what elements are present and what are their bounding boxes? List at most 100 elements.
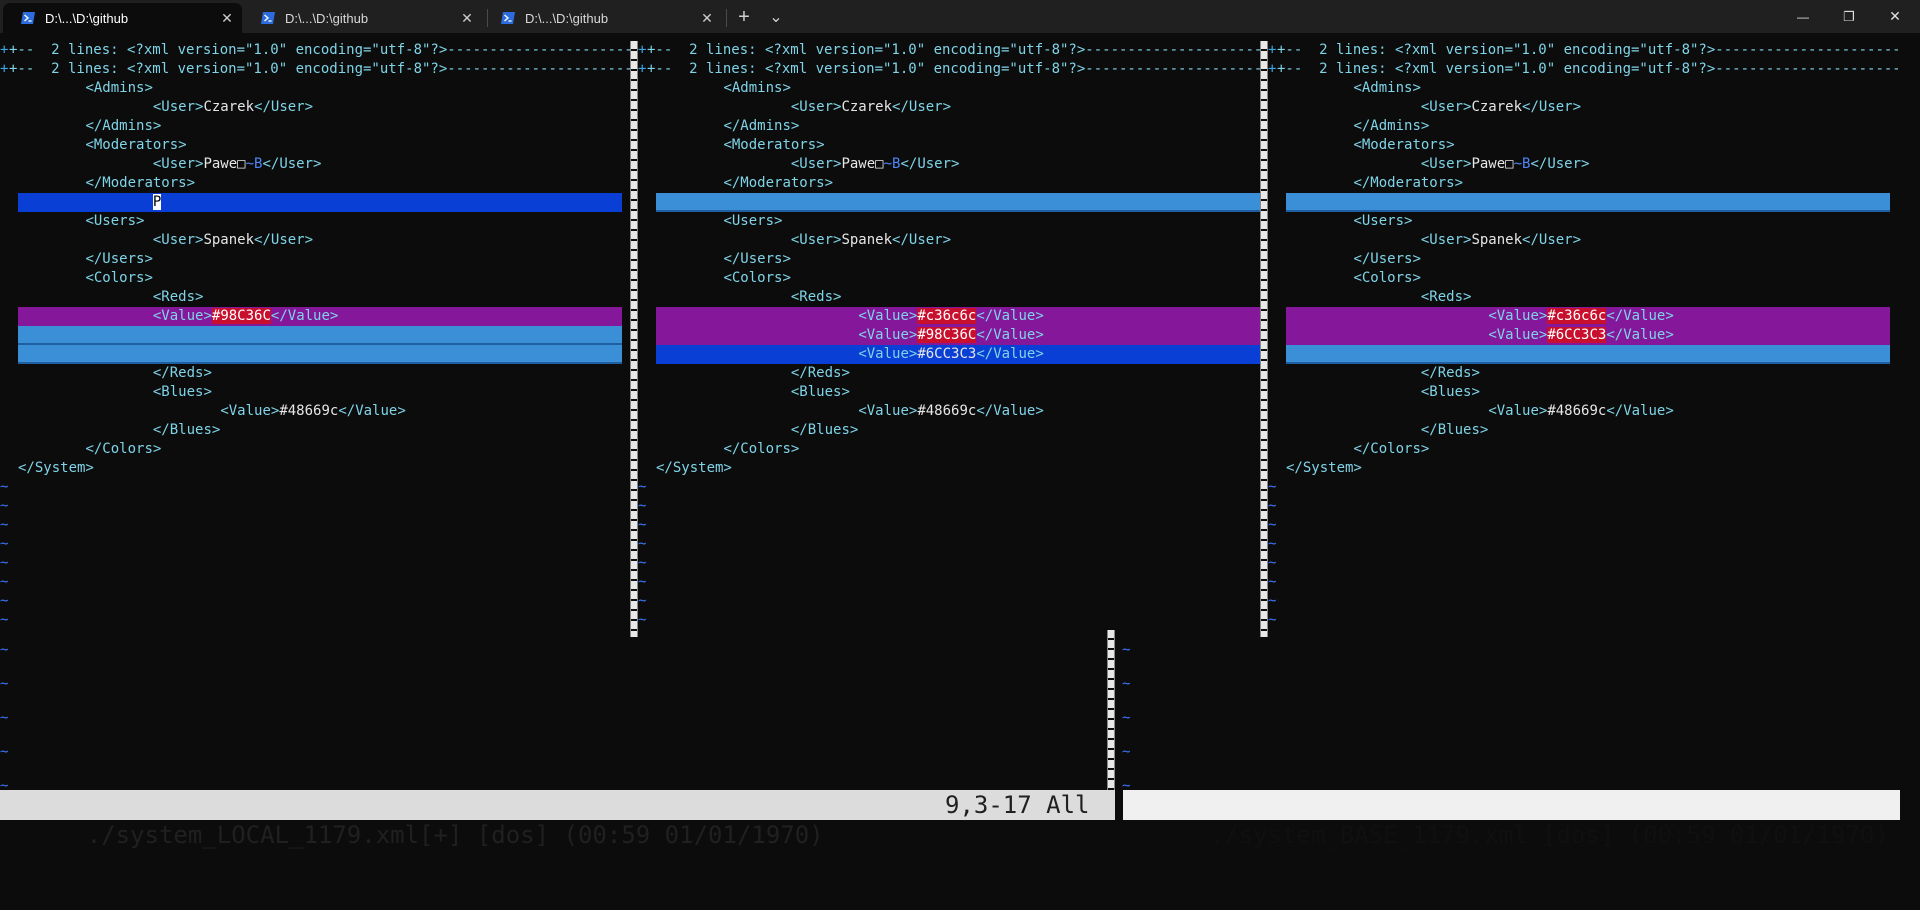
- code-line[interactable]: <Admins>: [0, 79, 630, 98]
- code-line[interactable]: </System>: [0, 459, 630, 478]
- code-line[interactable]: </Blues>: [638, 421, 1268, 440]
- vertical-split-divider[interactable]: [1260, 41, 1268, 637]
- code-line[interactable]: <Reds>: [1268, 288, 1898, 307]
- code-line[interactable]: + +-- 2 lines: <?xml version="1.0" encodi…: [638, 60, 1268, 79]
- code-line[interactable]: </Users>: [0, 250, 630, 269]
- code-line[interactable]: <User>Czarek</User>: [1268, 98, 1898, 117]
- code-line[interactable]: <User>Czarek</User>: [0, 98, 630, 117]
- restore-button[interactable]: ❐: [1826, 0, 1872, 33]
- code-line[interactable]: [1268, 193, 1898, 212]
- xml-open-tag: <Value>: [152, 308, 212, 324]
- code-line[interactable]: </Colors>: [1268, 440, 1898, 459]
- close-icon[interactable]: ✕: [452, 10, 482, 27]
- chevron-down-icon[interactable]: ⌄: [762, 3, 790, 31]
- xml-tag: <Reds>: [152, 289, 204, 305]
- pane-base[interactable]: + +-- 2 lines: <?xml version="1.0" encodi…: [1268, 33, 1898, 629]
- code-line[interactable]: <Users>: [1268, 212, 1898, 231]
- tab-2[interactable]: D:\...\D:\github ✕: [243, 3, 482, 33]
- code-line[interactable]: </Moderators>: [0, 174, 630, 193]
- vertical-split-divider[interactable]: [630, 41, 638, 637]
- empty-line-tilde: ~: [1268, 555, 1277, 571]
- code-line[interactable]: <Value>#98C36C</Value>: [0, 307, 630, 326]
- code-line[interactable]: <Blues>: [1268, 383, 1898, 402]
- code-line[interactable]: <Value>#48669c</Value>: [1268, 402, 1898, 421]
- code-line[interactable]: + +-- 2 lines: <?xml version="1.0" encodi…: [0, 60, 630, 79]
- new-tab-button[interactable]: +: [730, 3, 758, 31]
- code-line[interactable]: P: [0, 193, 630, 212]
- code-line[interactable]: </Admins>: [638, 117, 1268, 136]
- code-line[interactable]: <Colors>: [638, 269, 1268, 288]
- powershell-icon: [501, 12, 515, 25]
- code-line[interactable]: <User>Spanek</User>: [1268, 231, 1898, 250]
- code-line[interactable]: [0, 345, 630, 364]
- close-icon[interactable]: ✕: [212, 10, 242, 27]
- code-line[interactable]: <Value>#98C36C</Value>: [638, 326, 1268, 345]
- code-line[interactable]: <Moderators>: [0, 136, 630, 155]
- tab-3[interactable]: D:\...\D:\github ✕: [483, 3, 722, 33]
- code-line[interactable]: <Value>#6CC3C3</Value>: [1268, 326, 1898, 345]
- code-line[interactable]: </Reds>: [638, 364, 1268, 383]
- tab-1[interactable]: D:\...\D:\github ✕: [3, 3, 242, 33]
- code-line[interactable]: <Reds>: [638, 288, 1268, 307]
- code-line[interactable]: </Admins>: [1268, 117, 1898, 136]
- code-line[interactable]: <Value>#c36c6c</Value>: [1268, 307, 1898, 326]
- code-line[interactable]: </Colors>: [638, 440, 1268, 459]
- code-line[interactable]: </Moderators>: [1268, 174, 1898, 193]
- code-text: </Colors>: [85, 440, 161, 459]
- code-line[interactable]: + +-- 2 lines: <?xml version="1.0" encodi…: [1268, 41, 1898, 60]
- close-icon[interactable]: ✕: [692, 10, 722, 27]
- code-line[interactable]: <Blues>: [0, 383, 630, 402]
- code-line[interactable]: <User>Czarek</User>: [638, 98, 1268, 117]
- close-window-button[interactable]: ✕: [1872, 0, 1918, 33]
- empty-line-tilde: ~: [0, 555, 9, 571]
- code-line[interactable]: <Reds>: [0, 288, 630, 307]
- code-text: <Blues>: [153, 383, 212, 402]
- code-line[interactable]: + +-- 2 lines: <?xml version="1.0" encodi…: [638, 41, 1268, 60]
- code-line[interactable]: <Admins>: [1268, 79, 1898, 98]
- code-line[interactable]: <User>Spanek</User>: [0, 231, 630, 250]
- code-line[interactable]: </Reds>: [1268, 364, 1898, 383]
- code-line[interactable]: </Admins>: [0, 117, 630, 136]
- code-line[interactable]: </Reds>: [0, 364, 630, 383]
- code-line[interactable]: <Blues>: [638, 383, 1268, 402]
- code-line[interactable]: </System>: [638, 459, 1268, 478]
- code-line[interactable]: <Moderators>: [1268, 136, 1898, 155]
- code-line[interactable]: </Blues>: [0, 421, 630, 440]
- xml-close-tag: </User>: [262, 156, 322, 172]
- vim-diff-view[interactable]: + +-- 2 lines: <?xml version="1.0" encodi…: [0, 33, 1920, 849]
- code-line[interactable]: <Value>#48669c</Value>: [0, 402, 630, 421]
- pane-local[interactable]: + +-- 2 lines: <?xml version="1.0" encodi…: [0, 33, 630, 629]
- horizontal-split-divider[interactable]: [1107, 630, 1115, 790]
- powershell-icon: [261, 12, 275, 25]
- code-line[interactable]: </Users>: [638, 250, 1268, 269]
- code-line[interactable]: </Moderators>: [638, 174, 1268, 193]
- minimize-button[interactable]: —: [1780, 0, 1826, 33]
- code-line[interactable]: <User>Pawe□~B</User>: [638, 155, 1268, 174]
- code-line[interactable]: + +-- 2 lines: <?xml version="1.0" encodi…: [1268, 60, 1898, 79]
- code-line[interactable]: </Users>: [1268, 250, 1898, 269]
- code-line[interactable]: <User>Pawe□~B</User>: [0, 155, 630, 174]
- code-line[interactable]: </Blues>: [1268, 421, 1898, 440]
- code-line[interactable]: <Users>: [0, 212, 630, 231]
- xml-open-tag: <Value>: [1488, 327, 1548, 343]
- pane-remote[interactable]: + +-- 2 lines: <?xml version="1.0" encodi…: [638, 33, 1268, 629]
- code-line[interactable]: <Value>#c36c6c</Value>: [638, 307, 1268, 326]
- code-line[interactable]: <Users>: [638, 212, 1268, 231]
- code-line[interactable]: </System>: [1268, 459, 1898, 478]
- xml-tag: <Moderators>: [723, 137, 825, 153]
- code-line[interactable]: [1268, 345, 1898, 364]
- code-line[interactable]: <Admins>: [638, 79, 1268, 98]
- code-line[interactable]: <Colors>: [0, 269, 630, 288]
- code-line[interactable]: <Moderators>: [638, 136, 1268, 155]
- code-text: <User>Spanek</User>: [153, 231, 313, 250]
- code-line[interactable]: <User>Spanek</User>: [638, 231, 1268, 250]
- code-line[interactable]: </Colors>: [0, 440, 630, 459]
- xml-value: Spanek: [841, 232, 893, 248]
- code-line[interactable]: <Colors>: [1268, 269, 1898, 288]
- code-line[interactable]: [0, 326, 630, 345]
- code-line[interactable]: <Value>#6CC3C3</Value>: [638, 345, 1268, 364]
- code-line[interactable]: [638, 193, 1268, 212]
- code-line[interactable]: <User>Pawe□~B</User>: [1268, 155, 1898, 174]
- code-line[interactable]: + +-- 2 lines: <?xml version="1.0" encodi…: [0, 41, 630, 60]
- code-line[interactable]: <Value>#48669c</Value>: [638, 402, 1268, 421]
